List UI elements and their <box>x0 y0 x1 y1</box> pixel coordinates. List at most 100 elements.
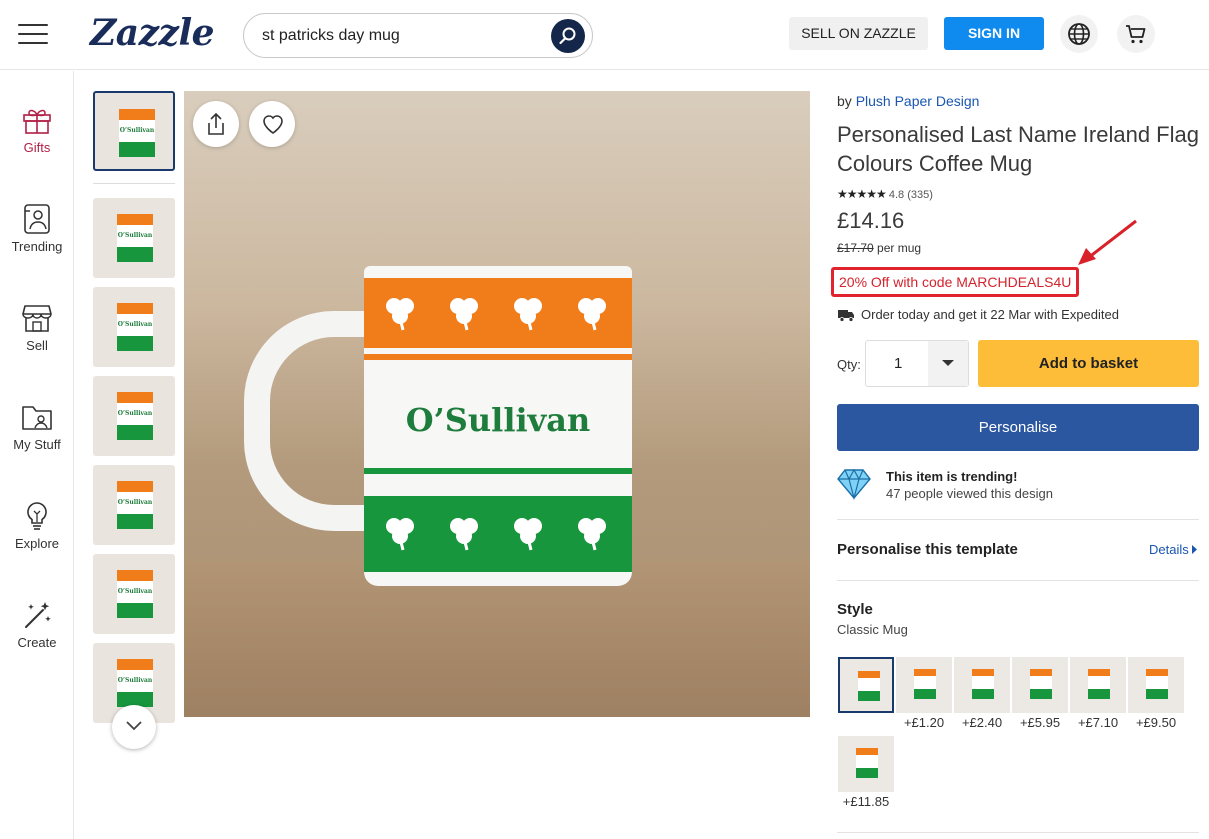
favorite-button[interactable] <box>249 101 295 147</box>
search-input[interactable] <box>262 25 542 47</box>
original-price: £17.70 <box>837 241 874 255</box>
byline-prefix: by <box>837 93 852 109</box>
thumbnail-3[interactable]: O’Sullivan <box>93 287 175 367</box>
style-option-classic[interactable] <box>838 657 894 713</box>
shamrock-icon <box>450 518 478 551</box>
left-sidebar: Gifts Trending Sell My Stuff Explore Cre… <box>0 71 74 839</box>
quantity-value: 1 <box>894 355 903 372</box>
style-option-price: +£5.95 <box>1019 715 1061 730</box>
mug-name-text: O’Sullivan <box>405 401 591 439</box>
personalise-button[interactable]: Personalise <box>837 404 1199 451</box>
language-button[interactable] <box>1060 15 1098 53</box>
chevron-down-icon <box>126 721 142 731</box>
personalise-template-title: Personalise this template <box>837 541 1018 558</box>
cart-button[interactable] <box>1117 15 1155 53</box>
annotation-arrow <box>1078 219 1137 265</box>
sidebar-label-sell: Sell <box>26 338 48 353</box>
share-icon <box>208 112 224 135</box>
product-rating[interactable]: ★★★★★ 4.8 (335) <box>837 187 933 201</box>
gift-icon <box>23 109 51 134</box>
add-to-basket-button[interactable]: Add to basket <box>978 340 1199 387</box>
thumbnail-mug-name: O’Sullivan <box>117 403 153 425</box>
thumbnail-divider <box>93 183 175 184</box>
swatch-mug <box>1088 669 1110 699</box>
heart-icon <box>263 115 283 134</box>
quantity-dropdown-toggle[interactable] <box>928 341 968 386</box>
caret-down-icon <box>942 360 954 366</box>
designer-link[interactable]: Plush Paper Design <box>856 93 980 109</box>
price-unit: per mug <box>877 241 922 255</box>
thumbnail-scroll-down-button[interactable] <box>112 705 156 749</box>
thumbnail-mug: O’Sullivan <box>117 303 153 351</box>
create-icon <box>25 602 51 628</box>
sell-on-zazzle-button[interactable]: SELL ON ZAZZLE <box>789 17 928 50</box>
swatch-mug <box>972 669 994 699</box>
thumbnail-4[interactable]: O’Sullivan <box>93 376 175 456</box>
thumbnail-2[interactable]: O’Sullivan <box>93 198 175 278</box>
zazzle-logo[interactable]: Zazzle <box>90 12 215 54</box>
share-button[interactable] <box>193 101 239 147</box>
thumbnail-mug-name: O’Sullivan <box>119 120 155 142</box>
rating-stars: ★★★★★ <box>837 187 887 201</box>
style-option-price: +£11.85 <box>842 794 890 809</box>
style-option-price: +£9.50 <box>1135 715 1177 730</box>
thumbnail-strip: O’Sullivan O’Sullivan O’Sullivan O’Sulli… <box>93 91 175 731</box>
thumbnail-mug-name: O’Sullivan <box>117 492 153 514</box>
search-bar <box>243 13 593 58</box>
style-option-3[interactable] <box>954 657 1010 713</box>
style-option-price: +£1.20 <box>903 715 945 730</box>
trending-icon <box>24 204 50 234</box>
details-link[interactable]: Details <box>1149 542 1198 557</box>
sidebar-item-sell[interactable]: Sell <box>0 303 74 373</box>
sidebar-item-gifts[interactable]: Gifts <box>0 105 74 175</box>
divider <box>837 580 1199 581</box>
search-button[interactable] <box>551 19 585 53</box>
thumbnail-1[interactable]: O’Sullivan <box>93 91 175 171</box>
designer-byline: by Plush Paper Design <box>837 93 979 109</box>
details-label: Details <box>1149 542 1189 557</box>
style-option-4[interactable] <box>1012 657 1068 713</box>
shamrock-icon <box>386 518 414 551</box>
sidebar-item-create[interactable]: Create <box>0 600 74 670</box>
sidebar-label-trending: Trending <box>11 239 63 254</box>
sign-in-button[interactable]: SIGN IN <box>944 17 1044 50</box>
thumbnail-mug: O’Sullivan <box>117 659 153 707</box>
style-option-5[interactable] <box>1070 657 1126 713</box>
store-icon <box>22 305 52 332</box>
thumbnail-mug: O’Sullivan <box>119 109 155 157</box>
thumbnail-mug: O’Sullivan <box>117 481 153 529</box>
orange-stripe <box>364 354 632 360</box>
trending-notice: This item is trending! 47 people viewed … <box>837 467 1199 507</box>
swatch-mug <box>858 671 880 701</box>
product-title: Personalised Last Name Ireland Flag Colo… <box>837 122 1199 176</box>
rating-value: 4.8 <box>888 189 905 201</box>
swatch-mug <box>1146 669 1168 699</box>
thumbnail-6[interactable]: O’Sullivan <box>93 554 175 634</box>
old-price-line: £17.70 per mug <box>837 241 921 255</box>
quantity-select[interactable]: 1 <box>865 340 969 387</box>
style-option-6[interactable] <box>1128 657 1184 713</box>
diamond-icon <box>837 468 871 501</box>
search-icon <box>559 27 576 45</box>
sidebar-item-trending[interactable]: Trending <box>0 204 74 274</box>
sidebar-label-gifts: Gifts <box>23 140 51 155</box>
style-value: Classic Mug <box>837 622 908 637</box>
sidebar-label-my-stuff: My Stuff <box>13 437 61 452</box>
mug-handle <box>244 311 384 531</box>
truck-icon <box>838 310 854 322</box>
divider <box>837 832 1199 833</box>
review-count: (335) <box>907 189 933 201</box>
swatch-mug <box>856 748 878 778</box>
thumbnail-mug-name: O’Sullivan <box>117 670 153 692</box>
thumbnail-mug: O’Sullivan <box>117 392 153 440</box>
style-option-price: +£7.10 <box>1077 715 1119 730</box>
sidebar-item-explore[interactable]: Explore <box>0 501 74 571</box>
product-main-image[interactable]: O’Sullivan <box>184 91 810 717</box>
style-option-7[interactable] <box>838 736 894 792</box>
style-option-2[interactable] <box>896 657 952 713</box>
trending-title: This item is trending! <box>886 469 1018 484</box>
hamburger-icon[interactable] <box>18 24 48 46</box>
sidebar-item-my-stuff[interactable]: My Stuff <box>0 402 74 472</box>
thumbnail-5[interactable]: O’Sullivan <box>93 465 175 545</box>
cart-icon <box>1126 25 1146 44</box>
